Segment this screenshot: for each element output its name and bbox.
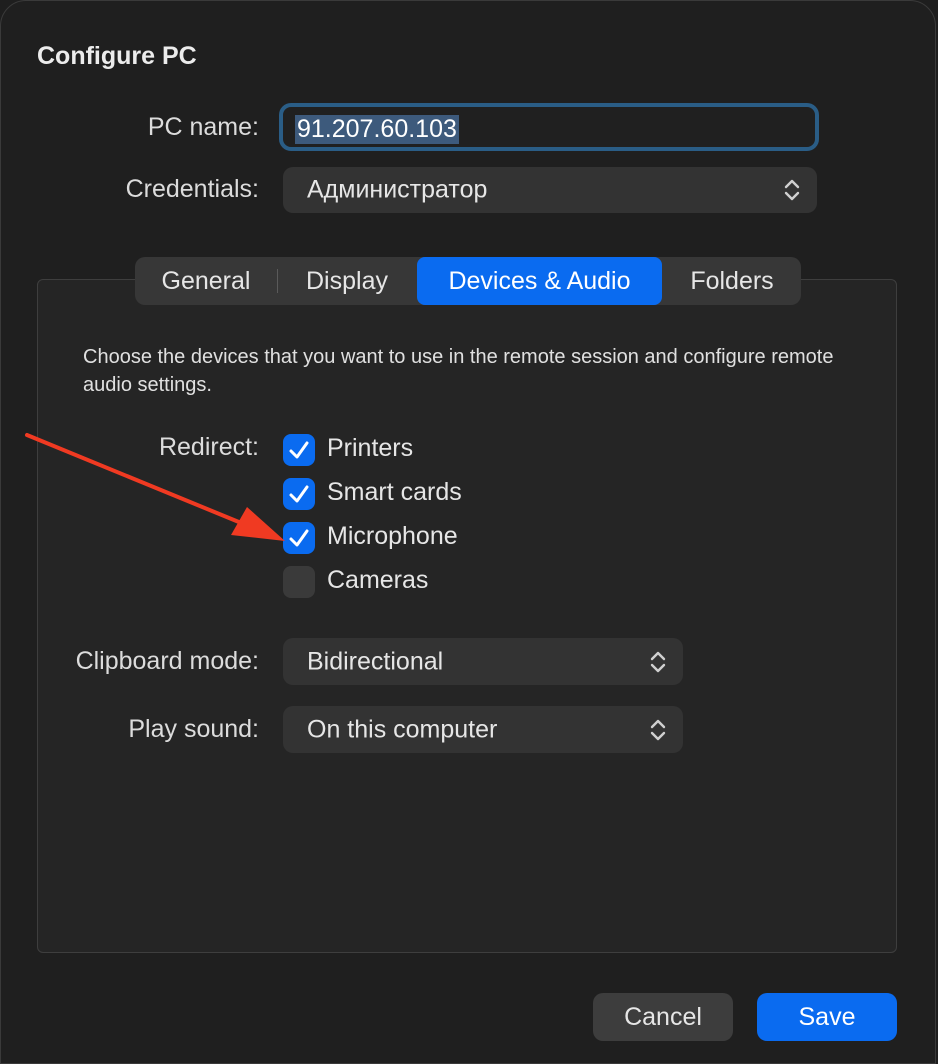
cancel-button[interactable]: Cancel: [593, 993, 733, 1041]
credentials-label: Credentials:: [125, 175, 259, 203]
up-down-chevron-icon: [650, 719, 666, 740]
tab-general[interactable]: General: [135, 257, 277, 305]
tab-folders[interactable]: Folders: [663, 257, 801, 305]
credentials-select[interactable]: Администратор: [283, 167, 817, 213]
clipboard-mode-value: Bidirectional: [307, 647, 444, 675]
devices-description: Choose the devices that you want to use …: [83, 346, 834, 396]
checkbox-box[interactable]: [283, 522, 315, 554]
clipboard-mode-label: Clipboard mode:: [75, 647, 259, 675]
tab-display[interactable]: Display: [278, 257, 416, 305]
checkmark-icon: [289, 441, 309, 459]
play-sound-select[interactable]: On this computer: [283, 706, 683, 753]
configure-pc-dialog: .c Configure PC PC name: 91.207.60.103 C…: [0, 0, 936, 1064]
corner-glyph: .c: [1, 1, 10, 13]
pc-name-value: 91.207.60.103: [295, 115, 459, 144]
play-sound-value: On this computer: [307, 715, 498, 743]
checkbox-label: Printers: [327, 434, 414, 462]
checkbox-box[interactable]: [283, 434, 315, 466]
pc-name-input[interactable]: 91.207.60.103: [279, 103, 819, 151]
checkbox-label: Cameras: [327, 566, 429, 594]
checkbox-box[interactable]: [283, 566, 315, 598]
clipboard-mode-select[interactable]: Bidirectional: [283, 638, 683, 685]
save-button[interactable]: Save: [757, 993, 897, 1041]
checkmark-icon: [289, 485, 309, 503]
credentials-value: Администратор: [307, 175, 488, 204]
dialog-title: Configure PC: [37, 42, 197, 70]
up-down-chevron-icon: [650, 651, 666, 672]
pc-name-label: PC name:: [147, 113, 259, 141]
checkmark-icon: [289, 529, 309, 547]
tab-bar: General Display Devices & Audio Folders: [135, 257, 801, 305]
checkbox-box[interactable]: [283, 478, 315, 510]
tab-devices-audio[interactable]: Devices & Audio: [417, 257, 662, 305]
up-down-chevron-icon: [784, 179, 800, 201]
checkbox-label: Smart cards: [327, 478, 462, 506]
checkbox-label: Microphone: [327, 522, 458, 550]
play-sound-label: Play sound:: [128, 715, 259, 743]
redirect-label: Redirect:: [158, 433, 259, 461]
